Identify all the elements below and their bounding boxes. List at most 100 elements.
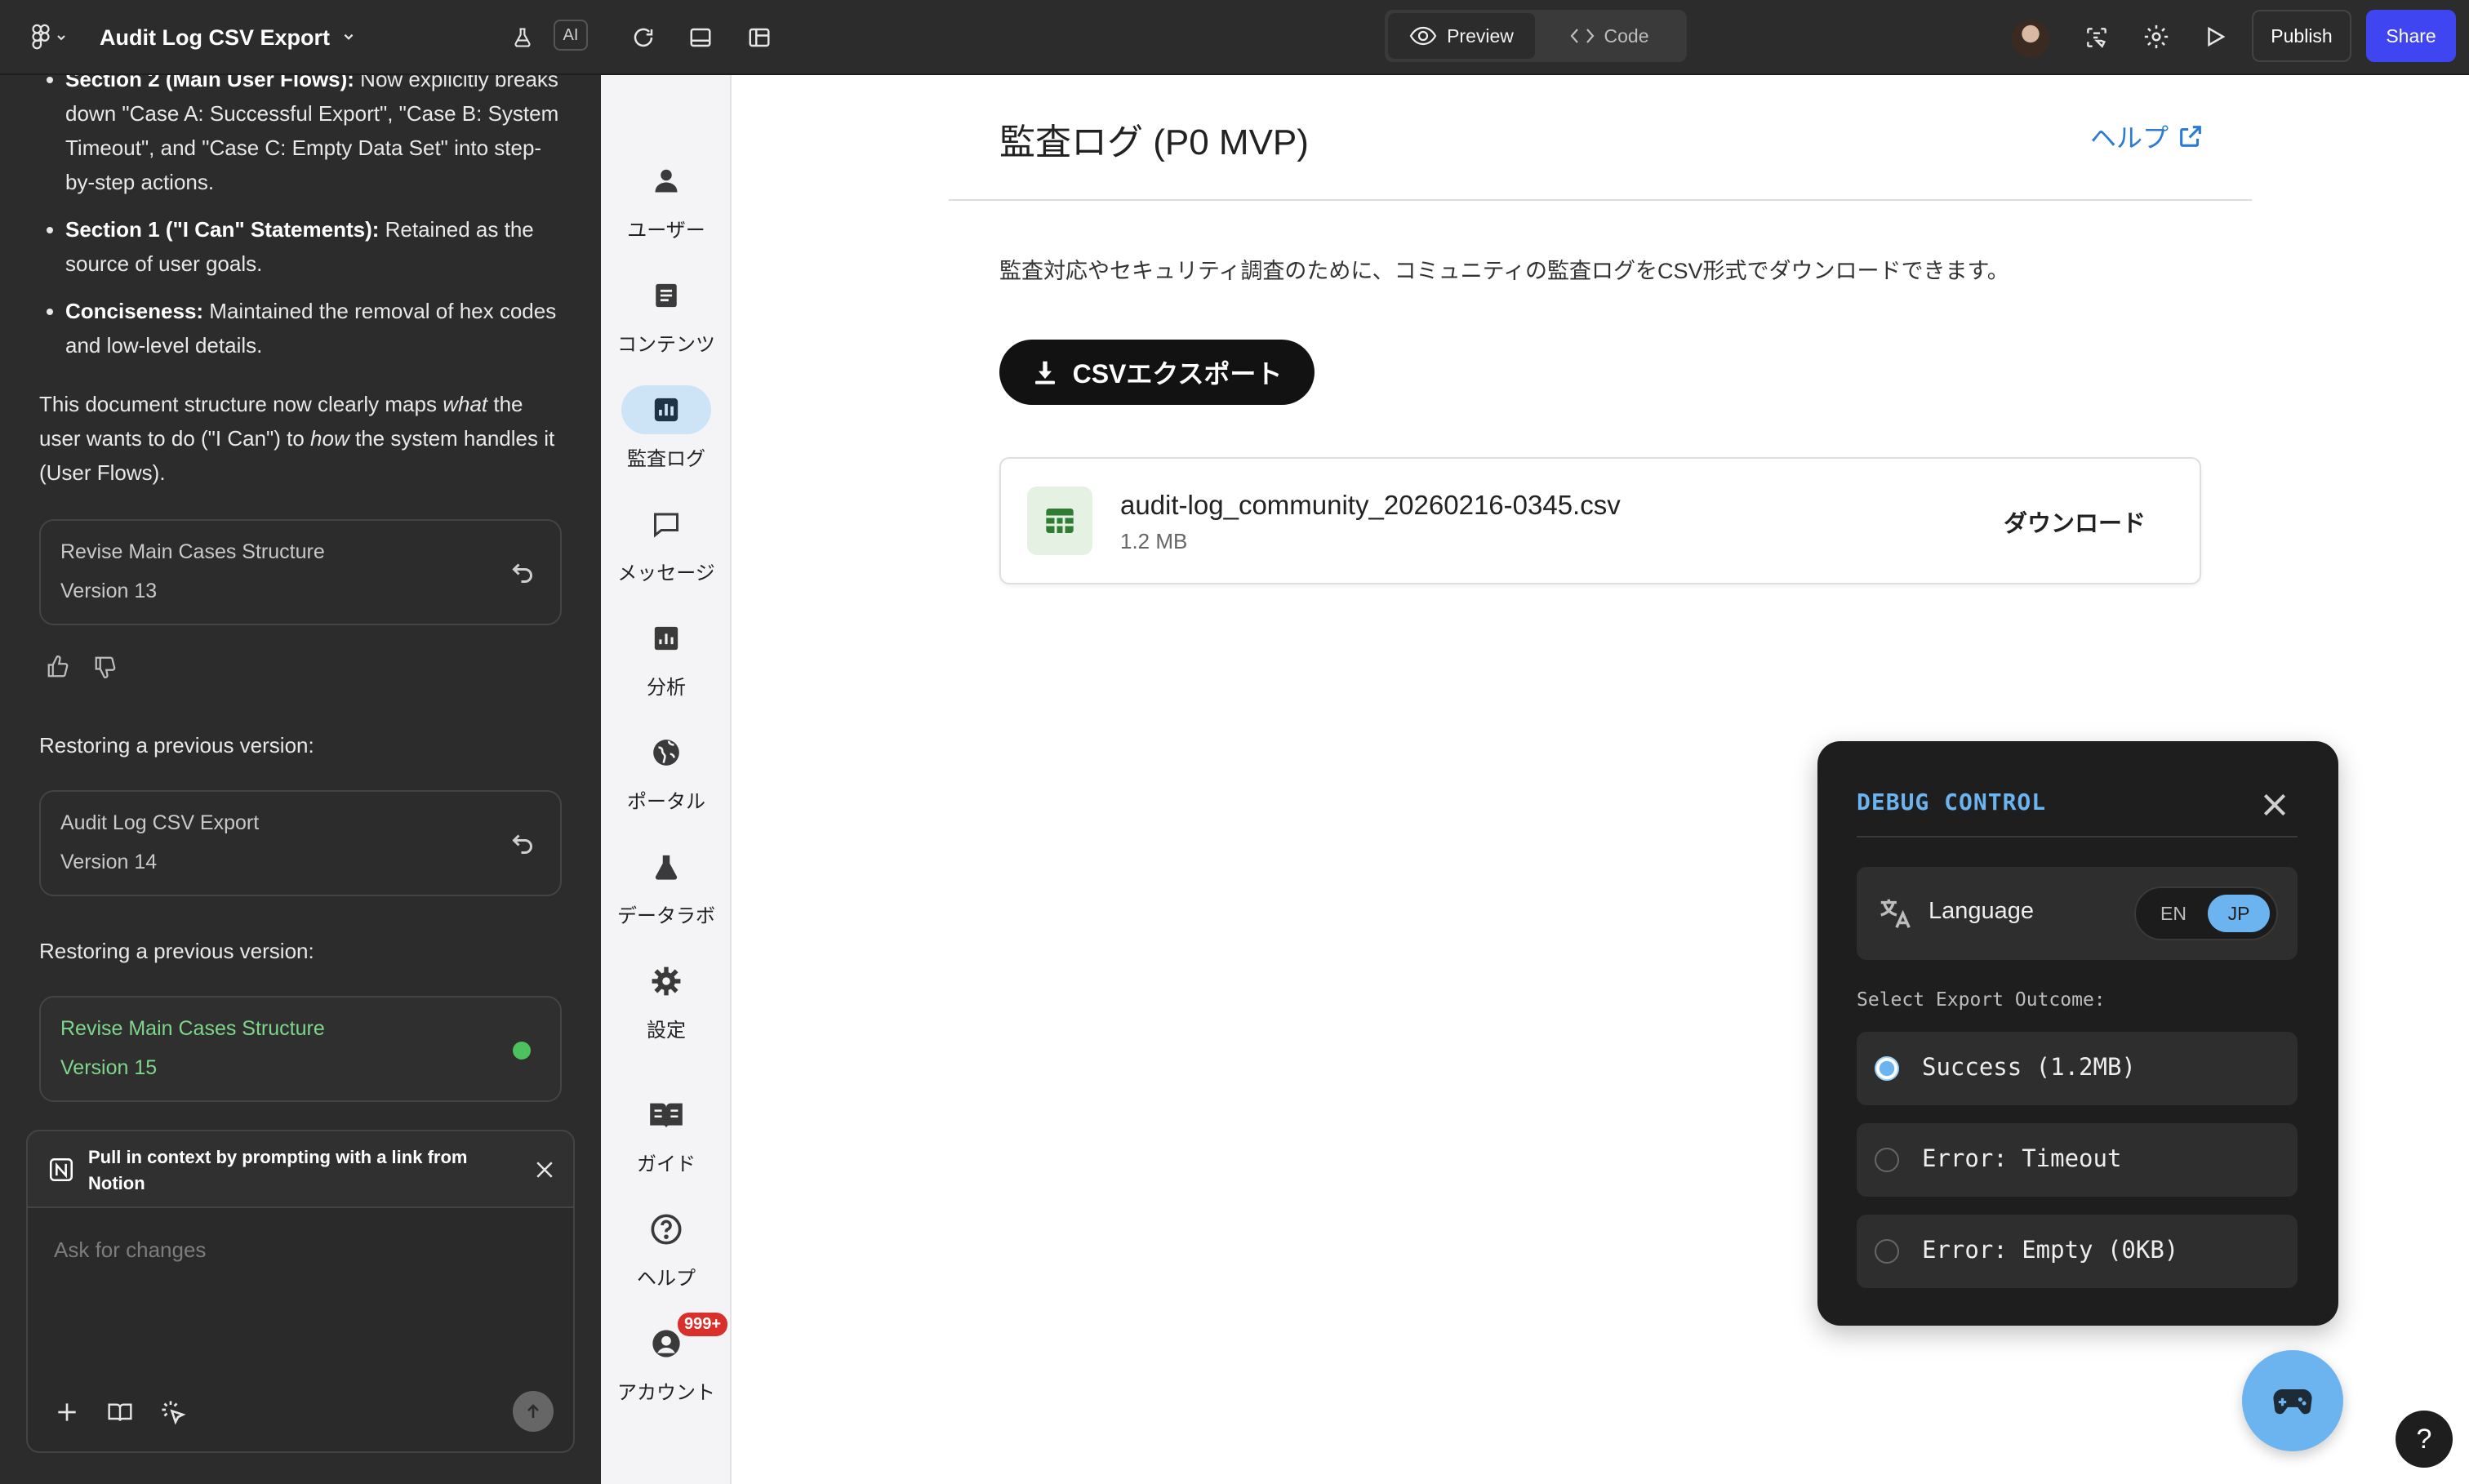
thumbs-up-icon[interactable] — [46, 655, 70, 679]
lang-option-en[interactable]: EN — [2142, 895, 2204, 932]
language-label: Language — [1928, 898, 2035, 924]
nav-item-analytics[interactable]: 分析 — [601, 607, 732, 705]
nav-item-content[interactable]: コンテンツ — [601, 264, 732, 362]
chat-composer: Ask for changes — [26, 1208, 575, 1453]
notion-hint-text: Pull in context by prompting with a link… — [88, 1147, 468, 1193]
share-button[interactable]: Share — [2366, 10, 2456, 62]
export-outcome-label: Select Export Outcome: — [1857, 989, 2106, 1011]
current-version-card[interactable]: Revise Main Cases Structure Version 15 — [39, 996, 562, 1102]
chat-panel: Section 2 (Main User Flows): Now explici… — [0, 75, 601, 1484]
help-link[interactable]: ヘルプ — [2090, 118, 2204, 155]
restore-icon[interactable] — [508, 558, 537, 588]
download-icon — [1034, 361, 1055, 384]
lang-option-jp[interactable]: JP — [2208, 895, 2270, 932]
outcome-option-success[interactable]: Success (1.2MB) — [1857, 1032, 2298, 1105]
file-title[interactable]: Audit Log CSV Export — [100, 21, 330, 54]
notion-icon — [49, 1157, 73, 1182]
close-icon[interactable] — [532, 1157, 557, 1182]
user-avatar[interactable] — [2012, 20, 2049, 57]
nav-label: 設定 — [647, 1020, 686, 1042]
file-size: 1.2 MB — [1120, 529, 1188, 553]
title-chevron-down-icon[interactable] — [336, 24, 361, 49]
version-card[interactable]: Audit Log CSV Export Version 14 — [39, 790, 562, 896]
bullet-item: Conciseness: Maintained the removal of h… — [65, 294, 570, 362]
nav-item-messages[interactable]: メッセージ — [601, 493, 732, 591]
inspect-icon[interactable] — [2079, 20, 2115, 56]
version-card[interactable]: Revise Main Cases Structure Version 13 — [39, 519, 562, 625]
nav-item-account[interactable]: アカウント 999+ — [601, 1313, 732, 1411]
outcome-option-timeout[interactable]: Error: Timeout — [1857, 1123, 2298, 1197]
figma-logo-icon — [32, 24, 50, 50]
ai-badge[interactable]: AI — [554, 20, 588, 51]
header-divider — [949, 199, 2252, 201]
nav-item-users[interactable]: ユーザー — [601, 150, 732, 248]
document-icon — [621, 271, 711, 320]
radio-unselected[interactable] — [1875, 1239, 1899, 1264]
gear-icon — [621, 957, 711, 1006]
book-icon[interactable] — [106, 1399, 134, 1425]
code-label: Code — [1604, 24, 1649, 47]
bar-chart-icon — [621, 385, 711, 434]
flask-icon[interactable] — [506, 21, 539, 54]
thumbs-down-icon[interactable] — [93, 655, 118, 679]
current-version-dot — [513, 1042, 531, 1060]
publish-button[interactable]: Publish — [2252, 10, 2351, 62]
send-button[interactable] — [513, 1391, 554, 1432]
page-title: 監査ログ (P0 MVP) — [999, 122, 1309, 162]
settings-gear-icon[interactable] — [2138, 18, 2175, 56]
outcome-label: Error: Empty (0KB) — [1922, 1236, 2179, 1264]
language-row: Language EN JP — [1857, 867, 2298, 960]
nav-label: 監査ログ — [627, 448, 705, 470]
figma-menu-button[interactable] — [24, 21, 73, 54]
code-icon — [1570, 29, 1594, 43]
code-tab[interactable]: Code — [1540, 13, 1679, 59]
debug-toggle-button[interactable] — [2242, 1350, 2343, 1451]
csv-export-button[interactable]: CSVエクスポート — [999, 340, 1315, 405]
outcome-option-empty[interactable]: Error: Empty (0KB) — [1857, 1215, 2298, 1288]
bullet-item: Section 2 (Main User Flows): Now explici… — [65, 75, 570, 199]
nav-label: メッセージ — [617, 562, 715, 584]
notion-hint: Pull in context by prompting with a link… — [26, 1130, 575, 1208]
preview-tab[interactable]: Preview — [1388, 13, 1535, 59]
nav-item-audit-log[interactable]: 監査ログ — [601, 379, 732, 477]
external-link-icon — [2180, 126, 2201, 147]
nav-label: コンテンツ — [617, 334, 715, 356]
book-icon — [621, 1091, 711, 1140]
version-number: Version 13 — [60, 580, 158, 602]
nav-label: ユーザー — [627, 220, 705, 242]
top-bar: Audit Log CSV Export AI Preview Code Pub… — [0, 0, 2469, 75]
csv-export-label: CSVエクスポート — [1072, 359, 1283, 389]
refresh-icon[interactable] — [625, 20, 661, 56]
chevron-down-icon — [57, 35, 65, 41]
page-description: 監査対応やセキュリティ調査のために、コミュニティの監査ログをCSV形式でダウンロ… — [999, 259, 2009, 283]
magic-select-icon[interactable] — [158, 1397, 188, 1427]
nav-item-portal[interactable]: ポータル — [601, 722, 732, 820]
gamepad-icon — [2273, 1388, 2312, 1415]
preview-label: Preview — [1447, 24, 1514, 47]
nav-item-help[interactable]: ヘルプ — [601, 1198, 732, 1296]
restore-icon[interactable] — [508, 829, 537, 859]
version-title: Revise Main Cases Structure — [60, 540, 325, 563]
language-toggle: EN JP — [2134, 886, 2278, 940]
plus-icon[interactable] — [54, 1399, 80, 1425]
debug-title: DEBUG CONTROL — [1857, 789, 2047, 815]
view-mode-switch: Preview Code — [1385, 10, 1687, 62]
radio-selected[interactable] — [1875, 1056, 1899, 1081]
play-icon[interactable] — [2196, 18, 2234, 56]
nav-item-guide[interactable]: ガイド — [601, 1084, 732, 1182]
nav-item-data-lab[interactable]: データラボ — [601, 836, 732, 934]
radio-unselected[interactable] — [1875, 1148, 1899, 1172]
app-sidebar: ユーザー コンテンツ 監査ログ メッセージ 分析 ポータル データラボ 設定 ガ… — [601, 75, 732, 1484]
responsive-layout-icon[interactable] — [741, 20, 777, 56]
help-button[interactable]: ? — [2396, 1411, 2453, 1468]
message-icon — [621, 500, 711, 549]
download-button[interactable]: ダウンロード — [2004, 504, 2146, 539]
spreadsheet-icon — [1027, 487, 1092, 555]
close-icon[interactable] — [2258, 789, 2291, 821]
nav-item-settings[interactable]: 設定 — [601, 950, 732, 1048]
chat-input[interactable]: Ask for changes — [54, 1237, 206, 1263]
analytics-icon — [621, 614, 711, 663]
panel-layout-icon[interactable] — [683, 20, 718, 56]
nav-label: データラボ — [617, 905, 715, 927]
restoring-label: Restoring a previous version: — [39, 733, 314, 758]
